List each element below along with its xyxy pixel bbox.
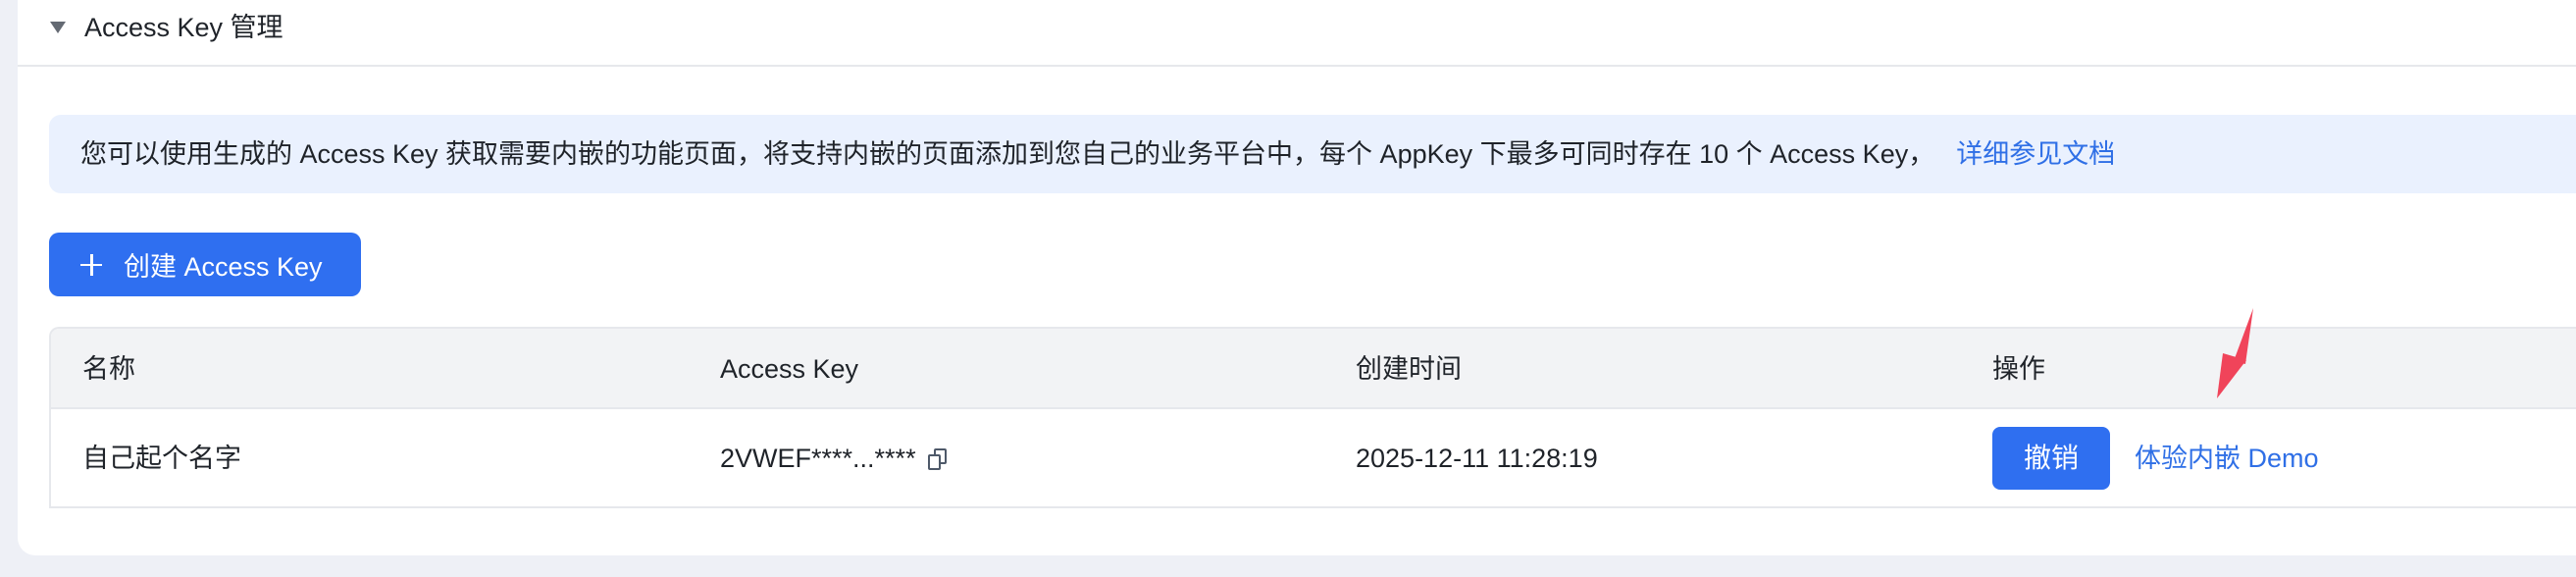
column-header-created-at: 创建时间 <box>1356 354 1462 384</box>
annotation-arrow-icon <box>2217 308 2253 398</box>
create-access-key-button[interactable]: 创建 Access Key <box>49 233 361 296</box>
table-header: 名称 Access Key 创建时间 操作 <box>51 329 2576 409</box>
create-button-label: 创建 Access Key <box>124 252 323 282</box>
row-created-at: 2025-12-11 11:28:19 <box>1356 444 1598 473</box>
column-header-access-key: Access Key <box>720 354 859 384</box>
row-access-key: 2VWEF****...**** <box>720 444 916 473</box>
collapse-caret-icon[interactable] <box>50 22 66 33</box>
table-row: 自己起个名字 2VWEF****...**** 2025-12-11 11:28… <box>51 409 2576 506</box>
plus-icon <box>80 253 102 276</box>
notice-text: 您可以使用生成的 Access Key 获取需要内嵌的功能页面，将支持内嵌的页面… <box>80 139 1935 169</box>
row-name: 自己起个名字 <box>82 444 241 473</box>
access-key-table: 名称 Access Key 创建时间 操作 自己起个名字 2VWEF****..… <box>49 327 2576 508</box>
section-header[interactable]: Access Key 管理 <box>18 0 2576 67</box>
docs-link[interactable]: 详细参见文档 <box>1956 139 2115 169</box>
row-access-key-cell: 2VWEF****...**** <box>720 409 948 506</box>
info-notice: 您可以使用生成的 Access Key 获取需要内嵌的功能页面，将支持内嵌的页面… <box>49 115 2576 193</box>
copy-icon[interactable] <box>927 447 948 470</box>
revoke-button[interactable]: 撤销 <box>1992 427 2110 490</box>
try-embed-demo-link[interactable]: 体验内嵌 Demo <box>2135 409 2319 506</box>
section-title: Access Key 管理 <box>84 13 283 42</box>
access-key-panel: Access Key 管理 您可以使用生成的 Access Key 获取需要内嵌… <box>18 0 2576 555</box>
column-header-actions: 操作 <box>1992 354 2045 384</box>
column-header-name: 名称 <box>82 354 135 384</box>
